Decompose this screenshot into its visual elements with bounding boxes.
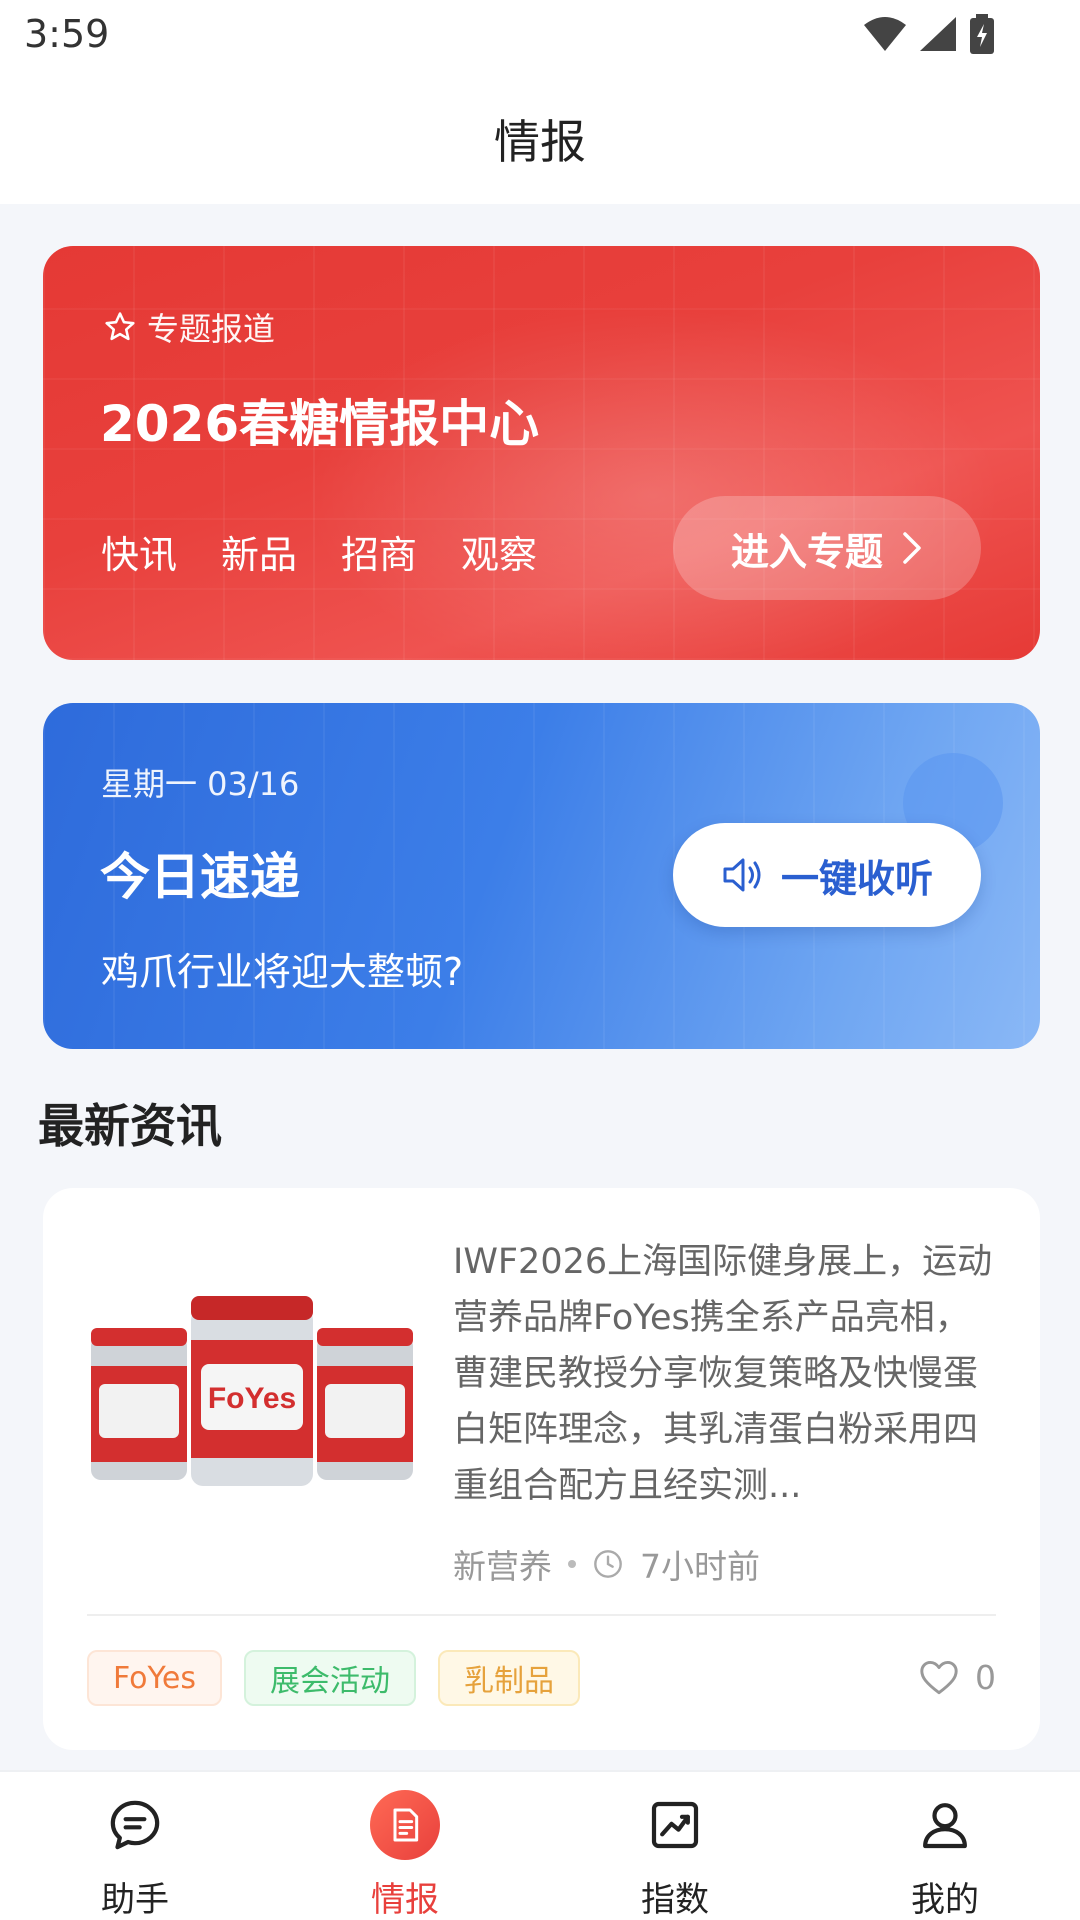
nav-item-intel[interactable]: 情报 [305,1790,505,1920]
meta-separator [568,1560,576,1568]
topic-card-glow [303,306,1003,660]
chat-icon [100,1790,170,1860]
news-tag-exhibition[interactable]: 展会活动 [243,1650,416,1706]
bottom-nav: 助手 情报 指数 我的 [0,1770,1080,1920]
news-tag-foyes[interactable]: FoYes [87,1650,222,1706]
nav-label-profile: 我的 [911,1880,979,1920]
topic-tag-kuaixun[interactable]: 快讯 [101,524,177,579]
news-meta: 新营养 7小时前 [453,1540,760,1588]
topic-kicker: 专题报道 [103,304,275,350]
section-title-latest-news: 最新资讯 [38,1099,222,1153]
news-card[interactable]: FoYes IWF2026上海国际健身展上，运动营养品牌FoYes携全系产品亮相… [43,1188,1040,1750]
topic-tag-xinpin[interactable]: 新品 [221,524,297,579]
product-brand-text: FoYes [208,1382,296,1415]
news-thumbnail: FoYes [91,1296,413,1486]
divider [87,1614,996,1616]
news-summary: IWF2026上海国际健身展上，运动营养品牌FoYes携全系产品亮相，曹建民教授… [453,1242,993,1506]
star-outline-icon [105,312,135,341]
daily-headline: 鸡爪行业将迎大整顿? [101,950,464,994]
like-button[interactable]: 0 [919,1658,996,1697]
topic-kicker-label: 专题报道 [147,310,276,348]
nav-label-index: 指数 [641,1880,709,1920]
daily-title: 今日速递 [100,848,300,906]
news-source: 新营养 [453,1547,552,1586]
nav-label-assistant: 助手 [101,1880,169,1920]
topic-card[interactable]: 专题报道 2026春糖情报中心 快讯 新品 招商 观察 进入专题 [43,246,1040,660]
speaker-icon [723,858,761,892]
status-bar: 3:59 [0,0,1080,76]
chart-icon [640,1790,710,1860]
signal-icon [920,17,956,51]
like-count: 0 [975,1658,996,1697]
news-tag-dairy[interactable]: 乳制品 [437,1650,580,1706]
listen-label: 一键收听 [780,856,933,901]
chevron-right-icon [903,532,921,564]
topic-tags: 快讯 新品 招商 观察 [101,524,537,579]
battery-icon [970,14,994,54]
topic-title: 2026春糖情报中心 [100,395,540,453]
news-tags: FoYes 展会活动 乳制品 [87,1650,580,1706]
heart-icon [920,1660,958,1694]
enter-topic-button[interactable]: 进入专题 [673,496,981,600]
nav-item-assistant[interactable]: 助手 [35,1790,235,1920]
status-icons [862,14,996,54]
status-time: 3:59 [24,12,110,56]
nav-item-profile[interactable]: 我的 [845,1790,1045,1920]
clock-icon [594,1550,622,1578]
topic-tag-guancha[interactable]: 观察 [461,524,537,579]
enter-topic-label: 进入专题 [730,529,883,574]
page-title: 情报 [494,115,586,169]
document-icon [370,1790,440,1860]
user-icon [910,1790,980,1860]
listen-button[interactable]: 一键收听 [673,823,981,927]
daily-date: 星期一 03/16 [101,765,300,803]
nav-label-intel: 情报 [371,1880,439,1920]
wifi-icon [864,17,906,51]
news-time: 7小时前 [640,1547,760,1586]
daily-brief-card[interactable]: 星期一 03/16 今日速递 鸡爪行业将迎大整顿? 一键收听 [43,703,1040,1049]
topic-tag-zhaoshang[interactable]: 招商 [341,524,417,579]
nav-item-index[interactable]: 指数 [575,1790,775,1920]
app-header: 情报 [0,76,1080,204]
